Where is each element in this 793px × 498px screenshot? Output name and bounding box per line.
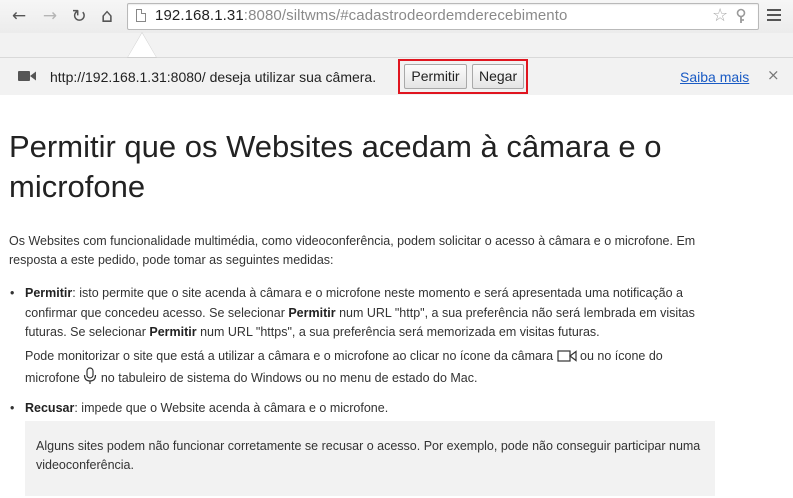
browser-toolbar: ← → ↻ ⌂ 192.168.1.31:8080/siltwms/#cadas…	[0, 0, 793, 33]
home-button[interactable]: ⌂	[97, 5, 117, 27]
address-bar[interactable]: 192.168.1.31:8080/siltwms/#cadastrodeord…	[127, 3, 759, 30]
page-icon	[136, 9, 146, 22]
camera-icon	[18, 71, 36, 81]
close-icon[interactable]: ×	[767, 66, 780, 84]
address-url[interactable]: 192.168.1.31:8080/siltwms/#cadastrodeord…	[155, 7, 567, 25]
monitor-text-1: Pode monitorizar o site que está a utili…	[25, 349, 554, 363]
refuse-term: Recusar	[25, 401, 75, 415]
allow-term: Permitir	[25, 286, 73, 300]
infobar-pointer	[128, 33, 156, 57]
bookmark-star-icon[interactable]: ☆	[712, 5, 728, 26]
back-button[interactable]: ←	[9, 6, 29, 26]
bullet-mark: •	[10, 286, 15, 300]
url-path: :8080/siltwms/#cadastrodeordemderecebime…	[243, 7, 568, 24]
microphone-icon	[84, 367, 97, 384]
menu-icon[interactable]	[767, 9, 781, 21]
allow-description: Permitir: isto permite que o site acenda…	[25, 284, 719, 343]
camera-icon	[556, 350, 577, 362]
url-host: 192.168.1.31	[155, 7, 244, 24]
bullet-mark: •	[10, 401, 15, 415]
allow-button[interactable]: Permitir	[404, 64, 467, 89]
camera-permission-infobar: http://192.168.1.31:8080/ deseja utiliza…	[0, 32, 793, 95]
allow-text-3: num URL "https", a sua preferência será …	[196, 325, 600, 339]
intro-paragraph: Os Websites com funcionalidade multimédi…	[9, 234, 696, 267]
monitor-text-3: no tabuleiro de sistema do Windows ou no…	[100, 371, 478, 385]
infobar-body: http://192.168.1.31:8080/ deseja utiliza…	[0, 57, 793, 95]
infobar-message: http://192.168.1.31:8080/ deseja utiliza…	[50, 69, 377, 85]
note-text: Alguns sites podem não funcionar correta…	[36, 439, 701, 472]
allow-term-2: Permitir	[288, 305, 336, 320]
allow-term-3: Permitir	[149, 325, 197, 339]
reload-button[interactable]: ↻	[69, 6, 89, 27]
deny-button[interactable]: Negar	[472, 64, 524, 89]
key-icon[interactable]	[734, 8, 748, 24]
permission-buttons-highlight: Permitir Negar	[398, 59, 528, 94]
learn-more-link[interactable]: Saiba mais	[680, 69, 749, 85]
refuse-description: Recusar: impede que o Website acenda à c…	[25, 399, 719, 419]
page-title: Permitir que os Websites acedam à câmara…	[9, 129, 662, 204]
monitor-paragraph: Pode monitorizar o site que está a utili…	[25, 346, 719, 389]
note-box: Alguns sites podem não funcionar correta…	[25, 421, 715, 496]
forward-button[interactable]: →	[40, 6, 60, 26]
refuse-text: : impede que o Website acenda à câmara e…	[74, 401, 389, 415]
